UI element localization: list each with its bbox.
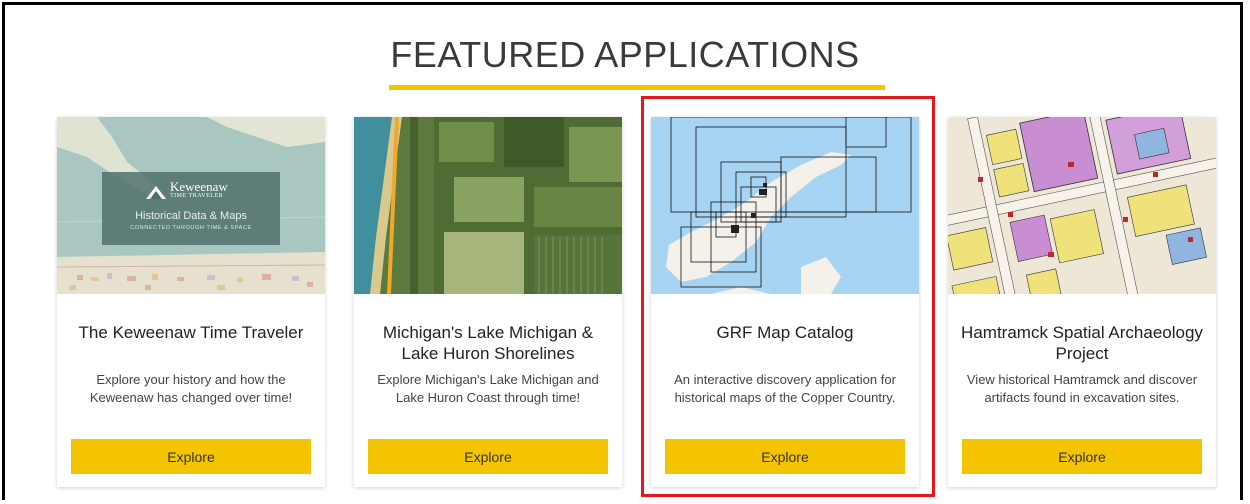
- card-thumbnail[interactable]: Keweenaw TIME TRAVELER Historical Data &…: [57, 117, 325, 294]
- keweenaw-logo-name: Keweenaw: [170, 179, 228, 194]
- shoreline-aerial-image: [354, 117, 622, 294]
- map-catalog-footprints-image: [651, 117, 919, 294]
- card-description: Explore Michigan's Lake Michigan and Lak…: [377, 372, 599, 405]
- keweenaw-tagline-sub: CONNECTED THROUGH TIME & SPACE: [130, 225, 252, 231]
- explore-button[interactable]: Explore: [368, 439, 608, 474]
- section-title: FEATURED APPLICATIONS: [390, 34, 860, 75]
- keweenaw-logo-icon: [146, 186, 166, 199]
- card-title[interactable]: Michigan's Lake Michigan & Lake Huron Sh…: [364, 322, 612, 364]
- card-description: An interactive discovery application for…: [674, 372, 896, 405]
- app-card-hamtramck: Hamtramck Spatial Archaeology Project Vi…: [948, 117, 1216, 487]
- card-title[interactable]: The Keweenaw Time Traveler: [67, 322, 315, 343]
- keweenaw-tagline: Historical Data & Maps: [135, 210, 247, 222]
- explore-button[interactable]: Explore: [962, 439, 1202, 474]
- card-title[interactable]: GRF Map Catalog: [661, 322, 909, 343]
- keweenaw-logo-overlay: Keweenaw TIME TRAVELER Historical Data &…: [102, 172, 280, 245]
- card-title[interactable]: Hamtramck Spatial Archaeology Project: [958, 322, 1206, 364]
- card-description: View historical Hamtramck and discover a…: [966, 372, 1198, 405]
- card-description: Explore your history and how the Keweena…: [89, 372, 293, 405]
- card-thumbnail[interactable]: [354, 117, 622, 294]
- app-card-grf-map-catalog: GRF Map Catalog An interactive discovery…: [651, 117, 919, 487]
- app-card-keweenaw-time-traveler: Keweenaw TIME TRAVELER Historical Data &…: [57, 117, 325, 487]
- card-thumbnail[interactable]: [948, 117, 1216, 294]
- sanborn-map-image: [948, 117, 1216, 294]
- card-thumbnail[interactable]: [651, 117, 919, 294]
- explore-button[interactable]: Explore: [71, 439, 311, 474]
- title-underline: [389, 85, 885, 90]
- explore-button[interactable]: Explore: [665, 439, 905, 474]
- app-card-shorelines: Michigan's Lake Michigan & Lake Huron Sh…: [354, 117, 622, 487]
- keweenaw-logo-subtitle: TIME TRAVELER: [170, 193, 224, 199]
